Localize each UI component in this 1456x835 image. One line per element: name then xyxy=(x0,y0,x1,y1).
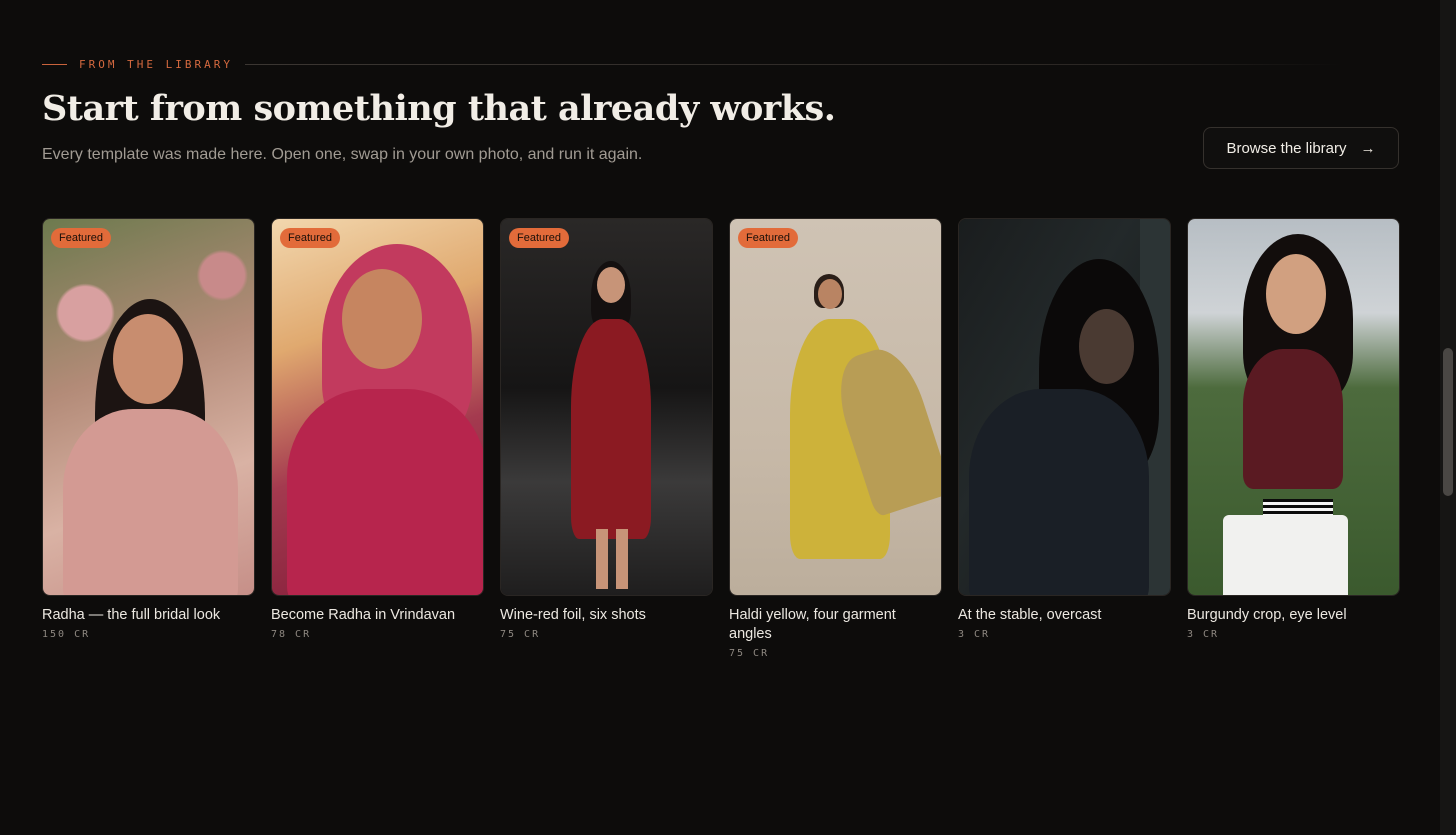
template-price: 75 CR xyxy=(729,648,770,659)
eyebrow-lead-line xyxy=(42,63,67,65)
template-name: Become Radha in Vrindavan xyxy=(271,607,456,623)
template-price: 3 CR xyxy=(958,629,991,640)
template-image xyxy=(959,219,1170,595)
section-title: Start from something that already works. xyxy=(42,88,836,129)
template-thumbnail[interactable]: Featured xyxy=(729,218,942,596)
template-image xyxy=(272,219,483,595)
browse-library-button[interactable]: Browse the library → xyxy=(1203,127,1399,169)
template-price: 78 CR xyxy=(271,629,312,640)
featured-badge: Featured xyxy=(509,228,570,248)
section-subtitle: Every template was made here. Open one, … xyxy=(42,146,643,163)
template-name: Haldi yellow, four garment angles xyxy=(729,607,896,642)
template-thumbnail[interactable]: Featured xyxy=(42,218,255,596)
template-thumbnail[interactable] xyxy=(1187,218,1400,596)
template-card[interactable]: Featured Haldi yellow, four garment angl… xyxy=(729,218,942,659)
eyebrow: FROM THE LIBRARY xyxy=(42,56,1342,72)
library-section: FROM THE LIBRARY Start from something th… xyxy=(42,0,1400,835)
template-price: 3 CR xyxy=(1187,629,1220,640)
featured-badge: Featured xyxy=(280,228,341,248)
template-card[interactable]: Burgundy crop, eye level 3 CR xyxy=(1187,218,1400,659)
template-price: 75 CR xyxy=(500,629,541,640)
template-thumbnail[interactable] xyxy=(958,218,1171,596)
template-thumbnail[interactable]: Featured xyxy=(500,218,713,596)
template-name: Wine-red foil, six shots xyxy=(500,607,646,623)
template-card[interactable]: Featured Become Radha in Vrindavan 78 CR xyxy=(271,218,484,659)
template-card[interactable]: Featured Radha — the full bridal look 15… xyxy=(42,218,255,659)
template-card[interactable]: Featured Wine-red foil, six shots 75 CR xyxy=(500,218,713,659)
template-card[interactable]: At the stable, overcast 3 CR xyxy=(958,218,1171,659)
featured-badge: Featured xyxy=(51,228,112,248)
template-price: 150 CR xyxy=(42,629,91,640)
template-name: At the stable, overcast xyxy=(958,607,1102,623)
featured-badge: Featured xyxy=(738,228,799,248)
scrollbar[interactable] xyxy=(1440,0,1456,835)
browse-library-label: Browse the library xyxy=(1226,139,1347,157)
template-image xyxy=(43,219,254,595)
template-thumbnail[interactable]: Featured xyxy=(271,218,484,596)
template-image xyxy=(1188,219,1399,595)
arrow-right-icon: → xyxy=(1360,139,1376,157)
template-name: Radha — the full bridal look xyxy=(42,607,221,623)
template-name: Burgundy crop, eye level xyxy=(1187,607,1347,623)
template-image xyxy=(501,219,712,595)
template-card-list: Featured Radha — the full bridal look 15… xyxy=(42,218,1400,659)
scrollbar-thumb[interactable] xyxy=(1443,348,1453,496)
eyebrow-rule xyxy=(244,63,1342,65)
eyebrow-label: FROM THE LIBRARY xyxy=(79,57,233,71)
template-image xyxy=(730,219,941,595)
